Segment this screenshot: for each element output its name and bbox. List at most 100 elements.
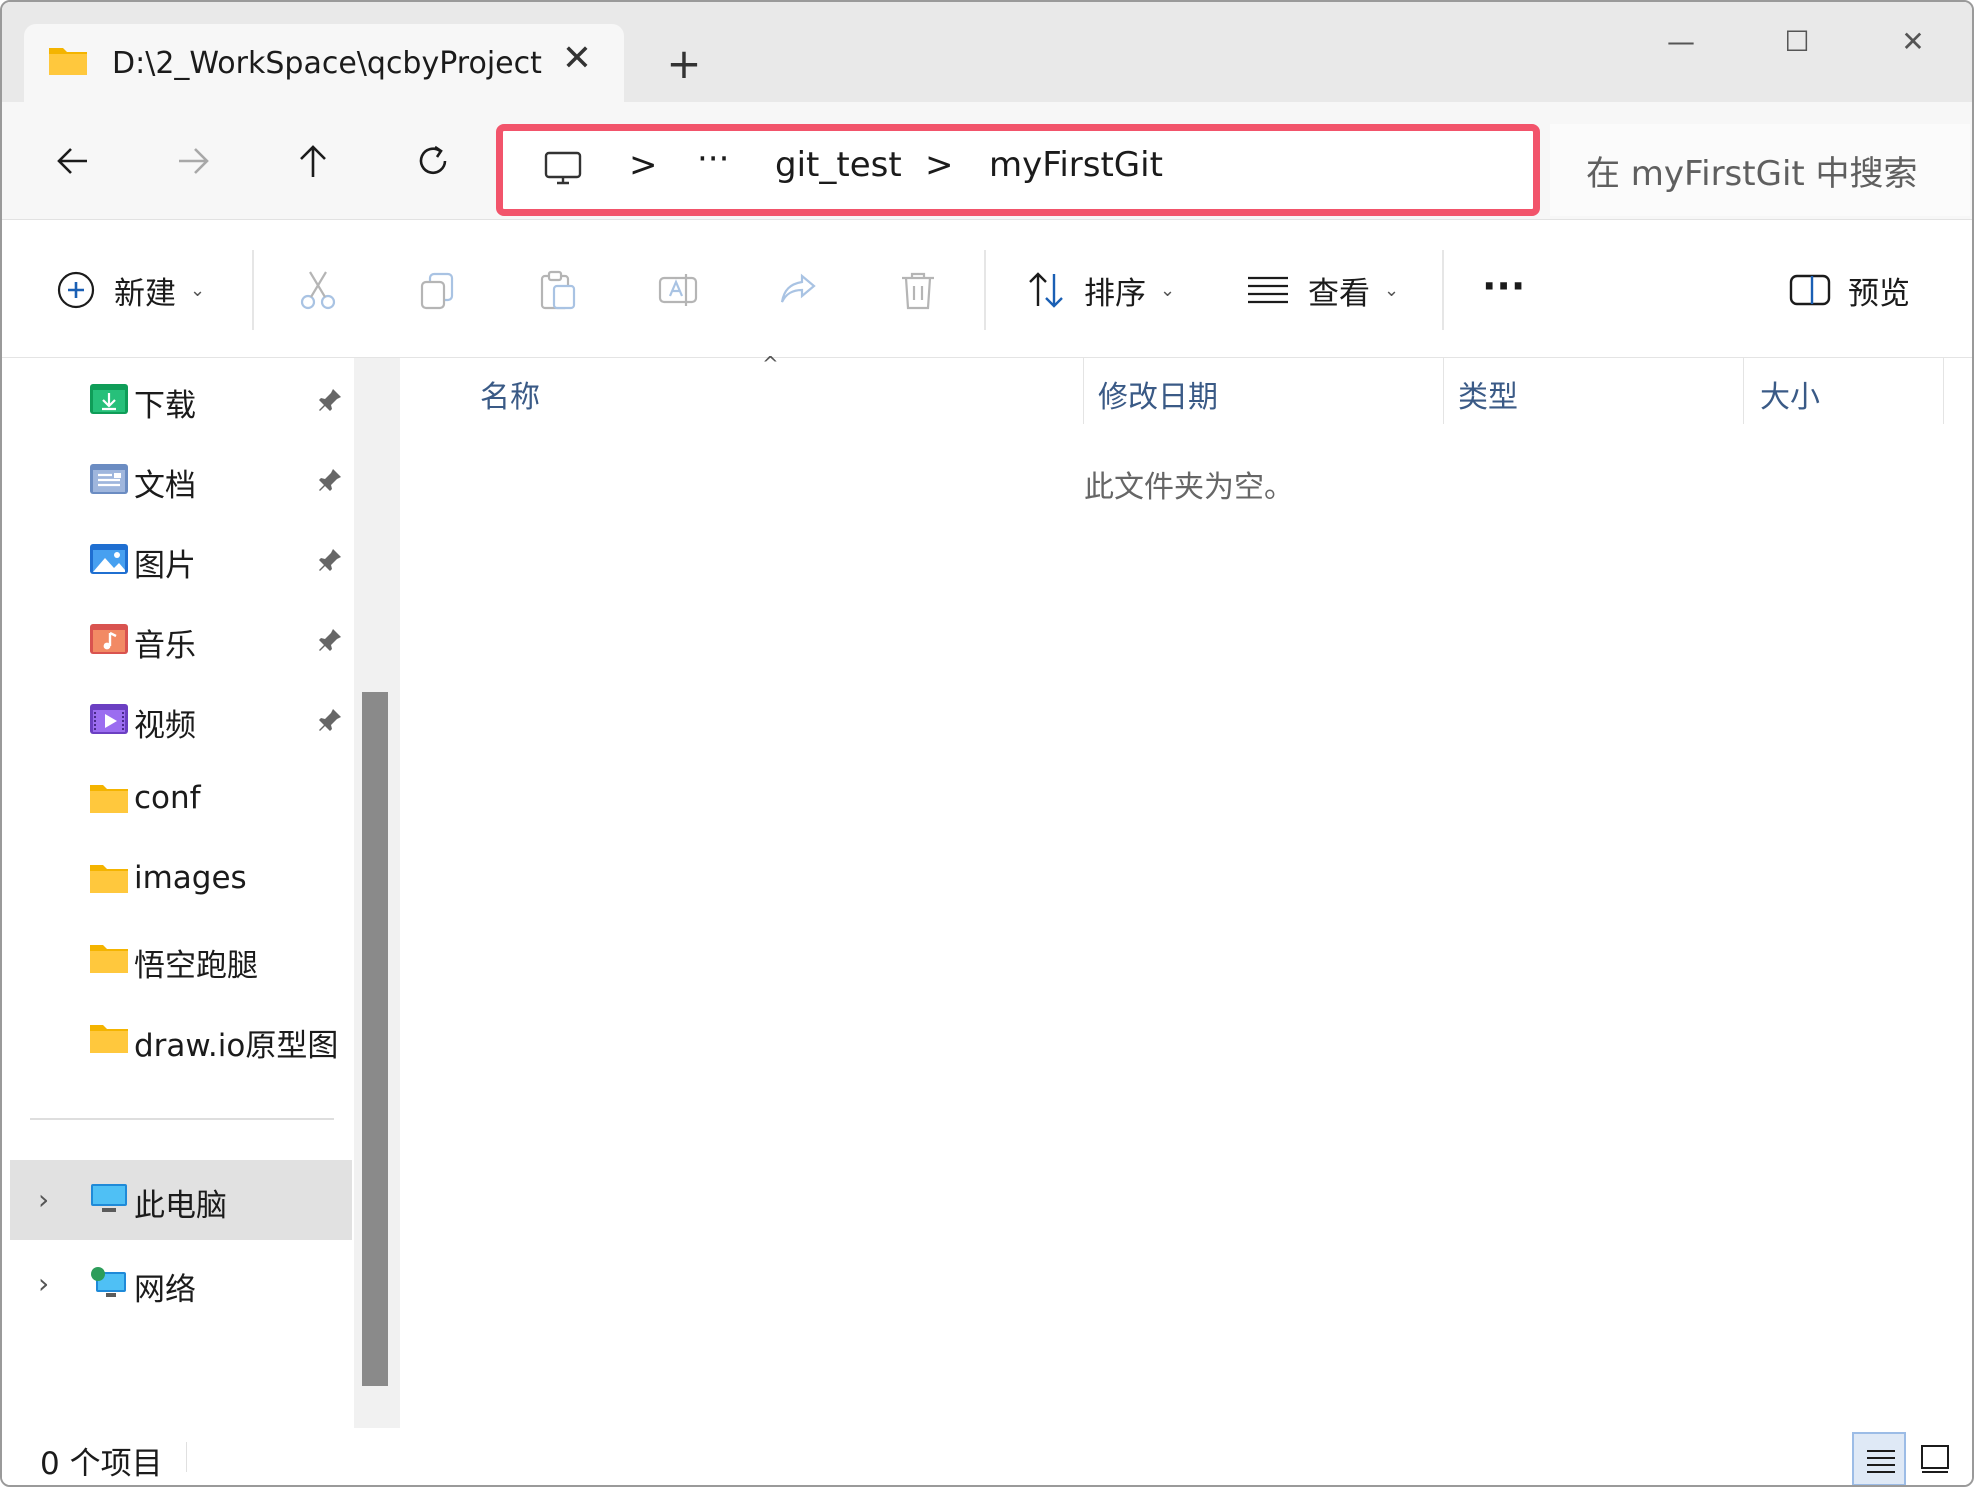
column-header-type[interactable]: 类型 [1444, 358, 1744, 424]
forward-button[interactable] [162, 130, 224, 192]
pin-icon[interactable] [316, 466, 344, 494]
empty-folder-message: 此文件夹为空。 [1084, 470, 1294, 505]
sidebar-item-folder[interactable]: 悟空跑腿 [2, 924, 352, 996]
sidebar-item-images[interactable]: images [2, 844, 352, 916]
trash-icon [902, 272, 934, 310]
tab-title: D:\2_WorkSpace\qcbyProject\ [112, 46, 542, 81]
new-tab-button[interactable]: + [656, 36, 712, 92]
sort-label: 排序 [1084, 275, 1146, 312]
delete-button[interactable] [896, 260, 940, 320]
more-options-button[interactable]: ··· [1482, 256, 1525, 316]
new-button[interactable]: 新建 ⌄ [56, 260, 205, 320]
sidebar-item-label: 悟空跑腿 [134, 948, 258, 984]
column-label: 名称 [480, 380, 540, 415]
arrow-left-icon [57, 148, 87, 174]
sidebar-item-label: conf [134, 780, 201, 816]
folder-icon [90, 945, 128, 973]
pictures-folder-icon [90, 544, 128, 574]
arrow-right-icon [179, 148, 209, 174]
sidebar-item-this-pc[interactable]: › 此电脑 [10, 1160, 352, 1240]
preview-pane-button[interactable]: 预览 [1788, 260, 1910, 320]
sort-ascending-icon: ^ [762, 352, 779, 376]
sidebar-item-videos[interactable]: 视频 [2, 684, 352, 756]
chevron-down-icon: ⌄ [1160, 279, 1176, 301]
sidebar-divider [30, 1118, 334, 1120]
file-list-pane: 名称 ^ 修改日期 类型 大小 此文件夹为空。 [400, 352, 1972, 1428]
preview-label: 预览 [1848, 275, 1910, 312]
sidebar-item-label: 下载 [134, 388, 196, 424]
arrow-up-icon [300, 145, 326, 177]
cut-button[interactable] [296, 260, 340, 320]
sidebar-scrollbar-thumb[interactable] [362, 692, 388, 1386]
sidebar-item-label: 图片 [134, 548, 196, 584]
large-icons-view-button[interactable] [1908, 1432, 1962, 1485]
chevron-down-icon: ⌄ [190, 279, 206, 301]
refresh-button[interactable] [402, 130, 464, 192]
sidebar-item-pictures[interactable]: 图片 [2, 524, 352, 596]
preview-pane-icon [1789, 274, 1831, 306]
videos-folder-icon [90, 704, 128, 734]
chevron-right-icon[interactable]: › [38, 1270, 62, 1298]
breadcrumb-separator[interactable]: > [629, 145, 658, 185]
up-button[interactable] [282, 130, 344, 192]
minimize-button[interactable]: — [1636, 12, 1726, 72]
downloads-folder-icon [90, 384, 128, 414]
sidebar-item-label: 此电脑 [134, 1188, 227, 1224]
details-view-icon [1867, 1450, 1895, 1473]
close-tab-icon[interactable]: ✕ [554, 36, 600, 82]
details-view-button[interactable] [1852, 1432, 1906, 1485]
command-bar: 新建 ⌄ 排序 ⌄ 查看 ⌄ ··· 预览 [2, 220, 1972, 358]
rename-icon [658, 274, 698, 306]
rename-button[interactable] [656, 260, 700, 320]
item-count: 0 个项目 [40, 1446, 163, 1482]
back-button[interactable] [42, 130, 104, 192]
sidebar-item-drawio[interactable]: draw.io原型图 [2, 1004, 352, 1076]
sidebar-item-downloads[interactable]: 下载 [2, 364, 352, 436]
paste-icon [540, 270, 576, 310]
search-box[interactable]: 在 myFirstGit 中搜索 [1550, 124, 1970, 216]
sidebar-item-music[interactable]: 音乐 [2, 604, 352, 676]
folder-icon [49, 48, 87, 75]
column-header-size[interactable]: 大小 [1744, 358, 1944, 424]
breadcrumb-item-git-test[interactable]: git_test [775, 145, 902, 185]
pin-icon[interactable] [316, 626, 344, 654]
sidebar-item-label: 文档 [134, 468, 196, 504]
status-bar: 0 个项目 [2, 1428, 1972, 1485]
breadcrumb-separator[interactable]: > [925, 145, 954, 185]
share-button[interactable] [776, 260, 820, 320]
divider [984, 250, 986, 330]
documents-folder-icon [90, 464, 128, 494]
address-bar[interactable]: > ··· git_test > myFirstGit [496, 124, 1540, 216]
pin-icon[interactable] [316, 386, 344, 414]
column-header-name[interactable]: 名称 ^ [400, 352, 1084, 424]
sort-button[interactable]: 排序 ⌄ [1024, 260, 1175, 320]
plus-circle-icon [57, 271, 95, 309]
sidebar-item-network[interactable]: › 网络 [2, 1248, 352, 1320]
scissors-icon [300, 271, 336, 310]
network-icon [91, 1267, 126, 1297]
navigation-bar: > ··· git_test > myFirstGit 在 myFirstGit… [2, 102, 1972, 220]
pin-icon[interactable] [316, 546, 344, 574]
tab-current-folder[interactable]: D:\2_WorkSpace\qcbyProject\ ✕ [24, 24, 624, 104]
copy-icon [420, 272, 454, 310]
breadcrumb-overflow[interactable]: ··· [697, 139, 729, 179]
new-label: 新建 [114, 275, 176, 312]
sidebar-item-documents[interactable]: 文档 [2, 444, 352, 516]
navigation-pane: 下载 文档 图片 音乐 视频 conf images 悟空跑腿 draw.io原… [2, 358, 354, 1428]
computer-icon [544, 151, 582, 185]
share-icon [780, 273, 816, 303]
view-button[interactable]: 查看 ⌄ [1246, 260, 1399, 320]
breadcrumb-item-myfirstgit[interactable]: myFirstGit [989, 145, 1163, 185]
sidebar-item-label: images [134, 860, 247, 896]
maximize-button[interactable]: ☐ [1752, 12, 1842, 72]
paste-button[interactable] [536, 260, 580, 320]
divider [1442, 250, 1444, 330]
sidebar-item-conf[interactable]: conf [2, 764, 352, 836]
music-folder-icon [90, 624, 128, 654]
column-header-modified[interactable]: 修改日期 [1084, 358, 1444, 424]
chevron-right-icon[interactable]: › [38, 1186, 62, 1214]
sort-icon [1029, 272, 1063, 308]
close-window-button[interactable]: ✕ [1868, 12, 1958, 72]
pin-icon[interactable] [316, 706, 344, 734]
copy-button[interactable] [416, 260, 460, 320]
